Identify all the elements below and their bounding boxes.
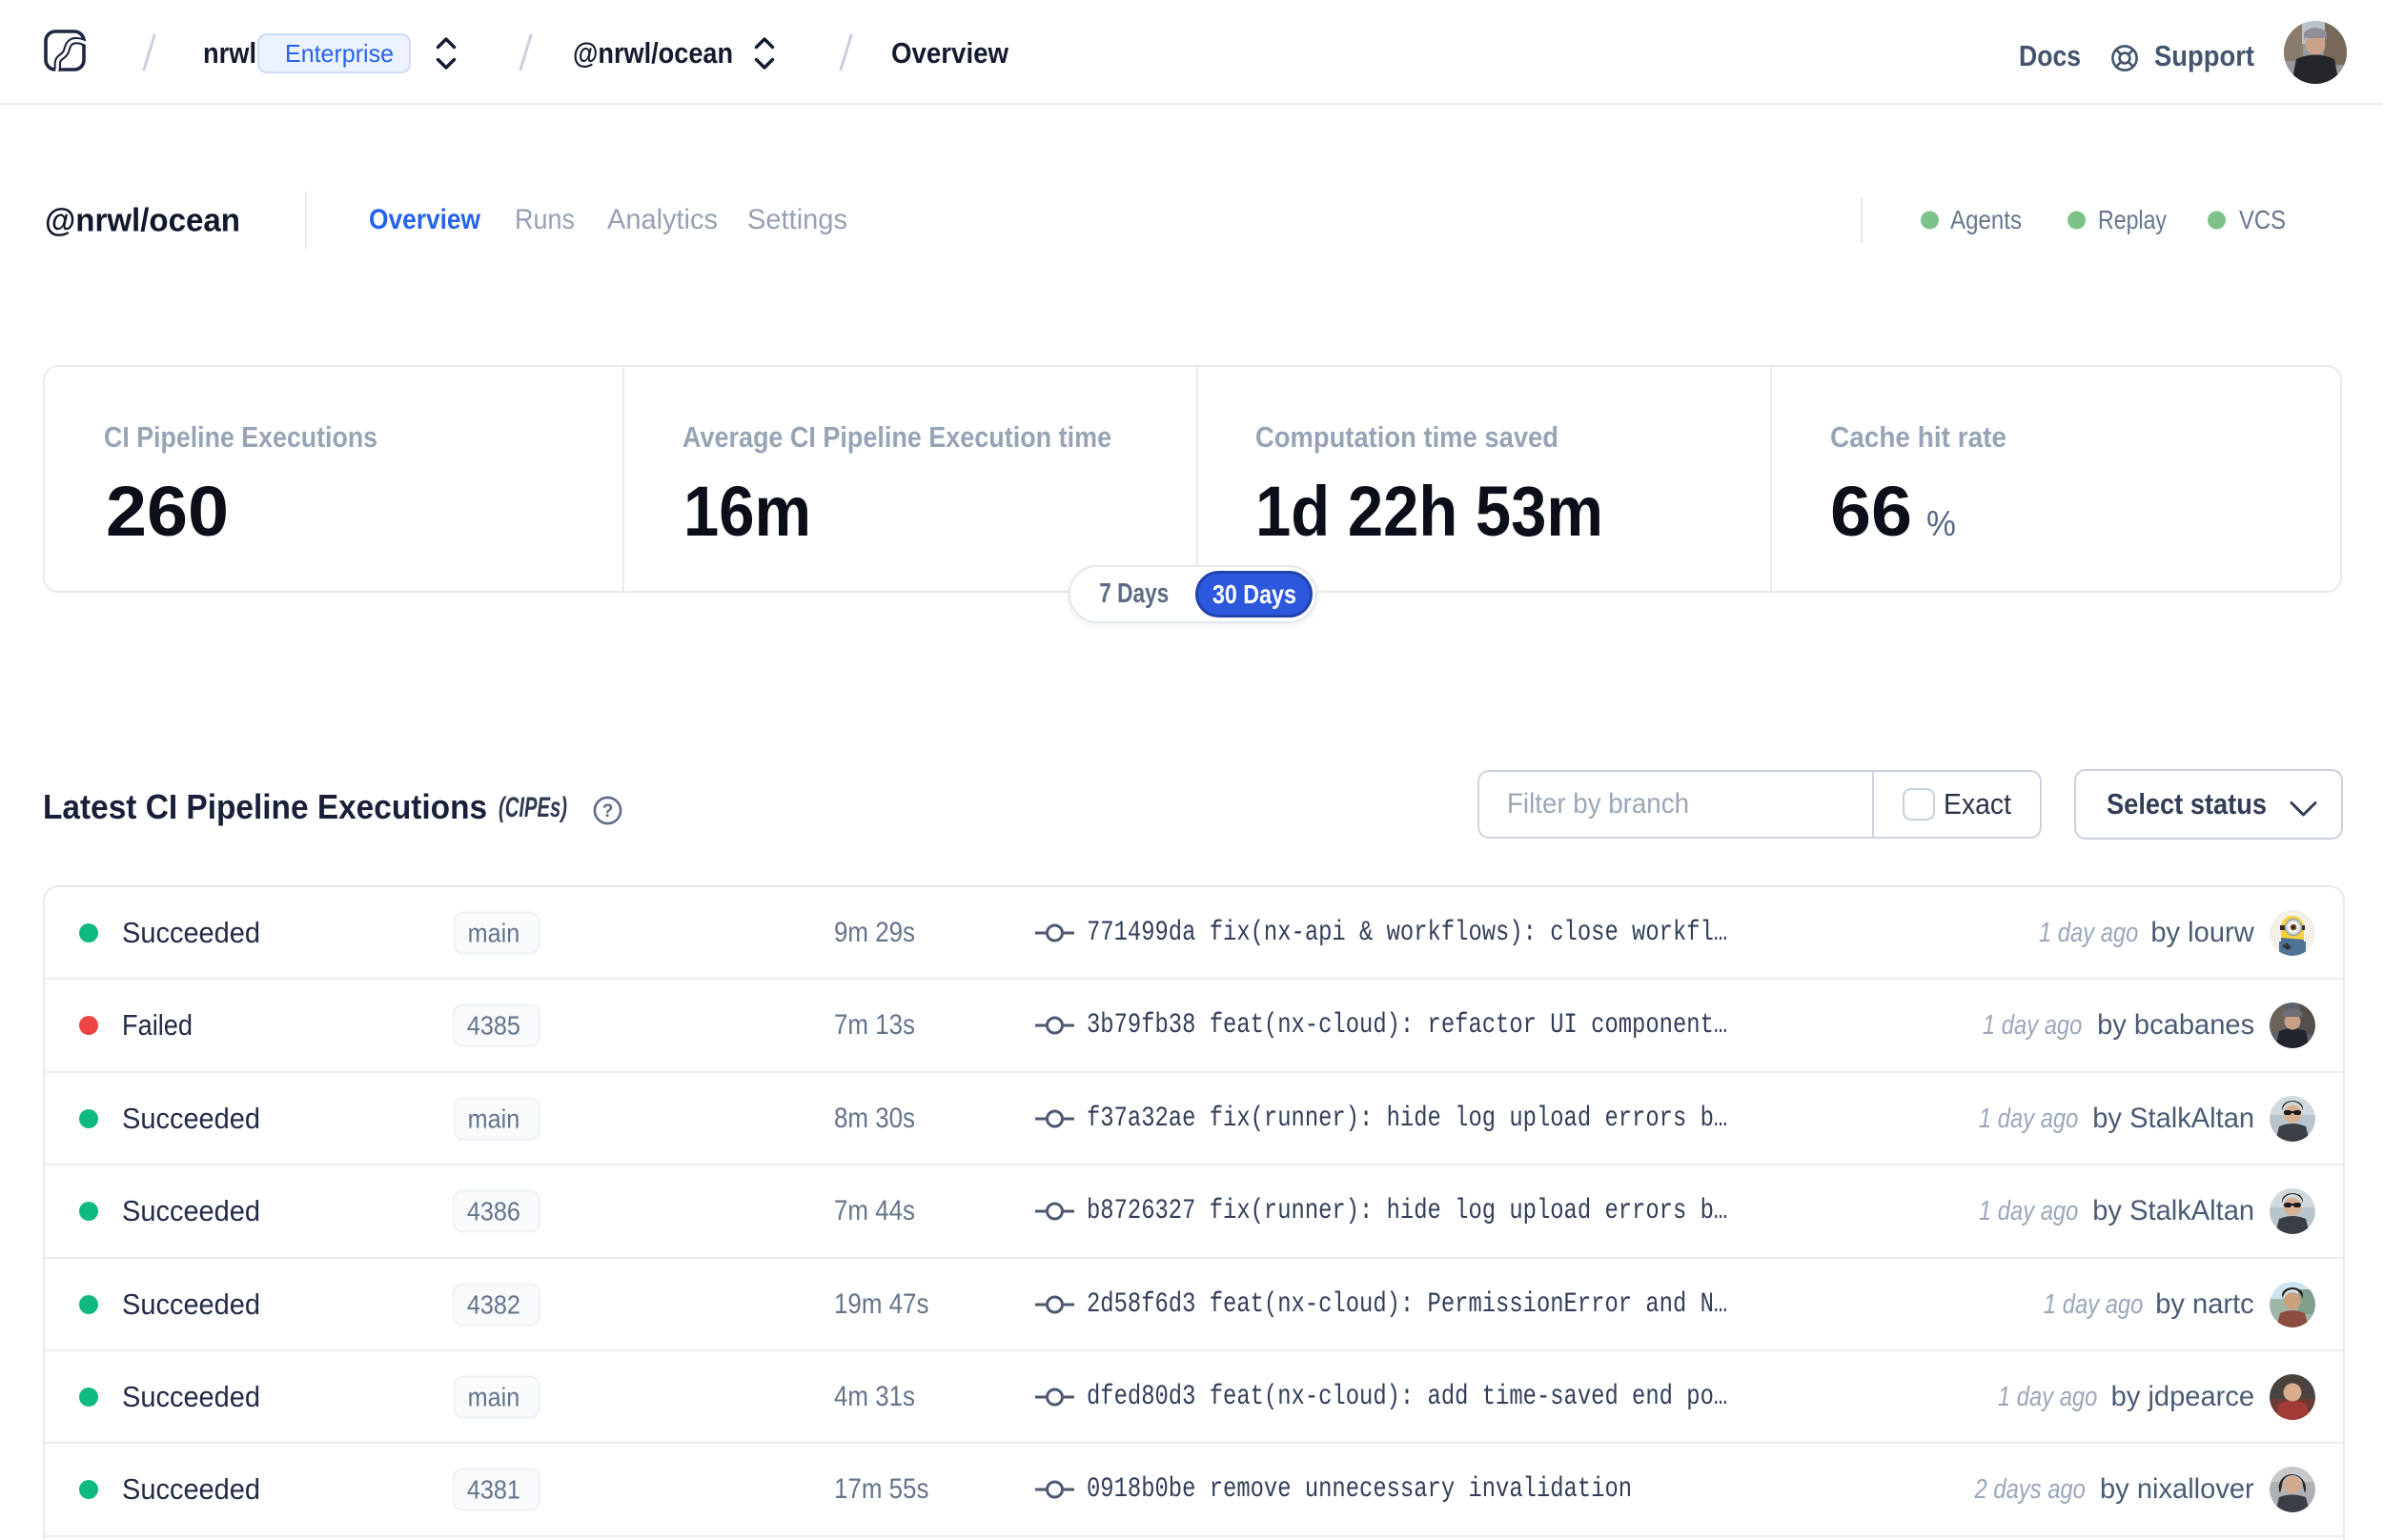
svg-text:?: ? xyxy=(602,801,614,821)
